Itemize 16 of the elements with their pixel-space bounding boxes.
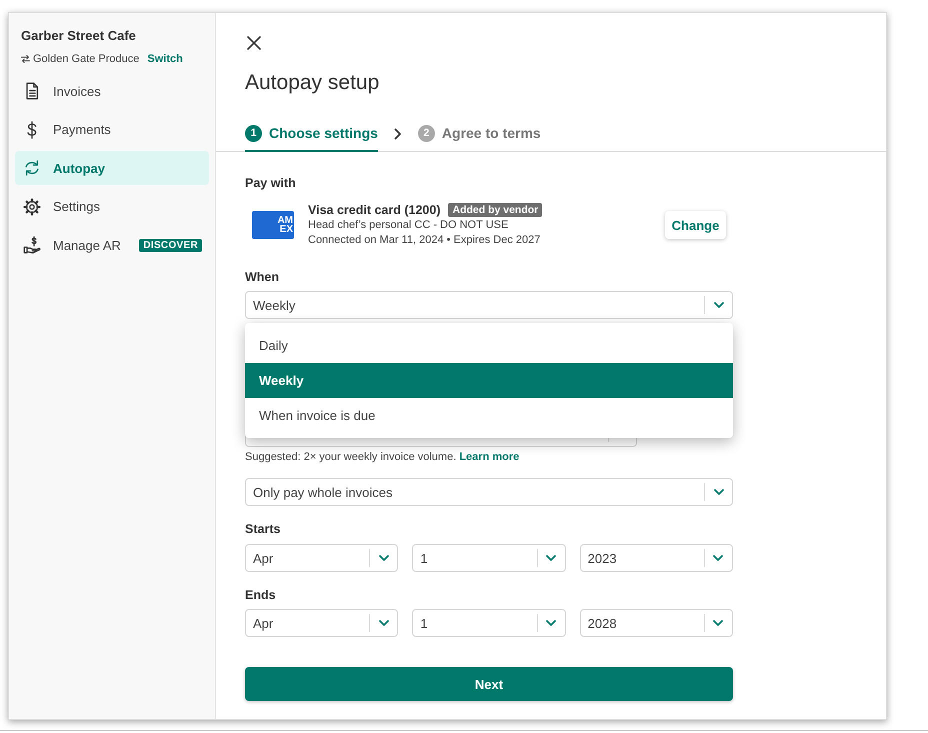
field-label: Ends: [245, 587, 276, 603]
vendor-badge: Added by vendor: [448, 203, 542, 217]
vendor-name: Golden Gate Produce: [33, 52, 140, 66]
card-nickname: Head chef’s personal CC - DO NOT USE: [308, 218, 508, 233]
section-label: Pay with: [245, 175, 296, 191]
step-number: 2: [418, 124, 435, 142]
card-details: Connected on Mar 11, 2024 • Expires Dec 2027: [308, 233, 540, 248]
page-title: Autopay setup: [245, 70, 380, 96]
step-number: 1: [245, 124, 262, 142]
hint-text: Suggested: 2× your weekly invoice volume. Learn more: [245, 450, 520, 464]
business-name: Garber Street Cafe: [21, 28, 136, 44]
card-logo: AM EX: [252, 211, 294, 239]
field-label: Starts: [245, 521, 280, 537]
field-label: When: [245, 269, 280, 285]
card-name: Visa credit card (1200): [308, 202, 440, 218]
discover-badge: DISCOVER: [139, 238, 202, 252]
